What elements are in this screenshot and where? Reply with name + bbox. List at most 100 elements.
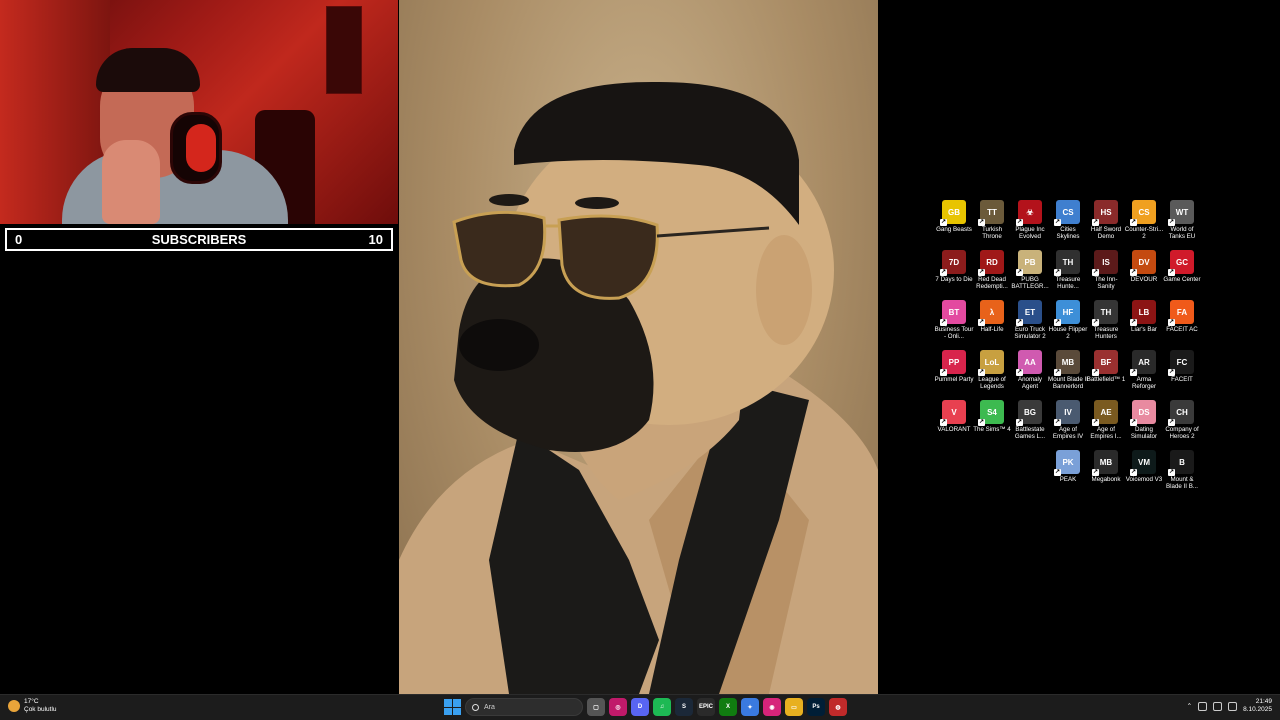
app-icon-glyph: RD [986, 257, 998, 267]
desktop-icon-label: Business Tour - Onli... [934, 326, 974, 341]
desktop-icon-label: PUBG BATTLEGR... [1011, 276, 1049, 291]
shortcut-arrow-icon: ↗ [1016, 269, 1023, 276]
clock[interactable]: 21:49 8.10.2025 [1243, 698, 1272, 714]
desktop-icon-3[interactable]: CS ↗ Cities Skylines [1049, 200, 1087, 250]
app-icon-glyph: LoL [984, 357, 1000, 367]
shortcut-arrow-icon: ↗ [1168, 369, 1175, 376]
network-icon[interactable] [1213, 701, 1223, 711]
desktop-icon-22[interactable]: LoL ↗ League of Legends [973, 350, 1011, 400]
app-icon: CS ↗ [1130, 200, 1156, 226]
app-icon: LoL ↗ [978, 350, 1004, 376]
shortcut-arrow-icon: ↗ [1054, 269, 1061, 276]
desktop-icon-label: Cities Skylines [1056, 226, 1080, 241]
desktop-icon-21[interactable]: PP ↗ Pummel Party [935, 350, 973, 400]
desktop-icon-0[interactable]: GB ↗ Gang Beasts [935, 200, 973, 250]
desktop-icon-8[interactable]: RD ↗ Red Dead Redempti... [973, 250, 1011, 300]
desktop-icon-40[interactable]: VM ↗ Voicemod V3 [1125, 450, 1163, 500]
volume-icon[interactable] [1228, 701, 1238, 711]
app-icon-glyph: TH [1062, 257, 1074, 267]
desktop-icon-27[interactable]: FC ↗ FACEIT [1163, 350, 1201, 400]
desktop-icon-label: Battlestate Games L... [1014, 426, 1046, 441]
desktop-icon-12[interactable]: DV ↗ DEVOUR [1125, 250, 1163, 300]
desktop-icon-20[interactable]: FA ↗ FACEIT AC [1163, 300, 1201, 350]
desktop-icon-38[interactable]: PK ↗ PEAK [1049, 450, 1087, 500]
taskbar-app-photoshop-icon[interactable]: Ps [807, 698, 825, 716]
desktop-icon-33[interactable]: DS ↗ Dating Simulator [1125, 400, 1163, 450]
desktop-icon-31[interactable]: IV ↗ Age of Empires IV [1049, 400, 1087, 450]
taskbar-app-spotify-icon[interactable]: ♫ [653, 698, 671, 716]
desktop-icon-41[interactable]: B ↗ Mount & Blade II B... [1163, 450, 1201, 500]
shortcut-arrow-icon: ↗ [940, 319, 947, 326]
app-icon-glyph: VM [1138, 457, 1150, 467]
app-icon: S4 ↗ [978, 400, 1004, 426]
desktop-icon-17[interactable]: HF ↗ House Flipper 2 [1049, 300, 1087, 350]
app-icon-glyph: AE [1100, 407, 1112, 417]
desktop-icon-28[interactable]: V ↗ VALORANT [935, 400, 973, 450]
app-icon: RD ↗ [978, 250, 1004, 276]
desktop-icon-34[interactable]: CH ↗ Company of Heroes 2 [1163, 400, 1201, 450]
desktop-icon-29[interactable]: S4 ↗ The Sims™ 4 [973, 400, 1011, 450]
desktop-icon-1[interactable]: TT ↗ Turkish Throne [973, 200, 1011, 250]
desktop-icon-label: The Inn-Sanity [1094, 276, 1118, 291]
desktop-icon-18[interactable]: TH ↗ Treasure Hunters [1087, 300, 1125, 350]
app-icon-glyph: AA [1024, 357, 1036, 367]
desktop-icon-11[interactable]: IS ↗ The Inn-Sanity [1087, 250, 1125, 300]
shortcut-arrow-icon: ↗ [978, 369, 985, 376]
taskbar-app-steam-icon[interactable]: S [675, 698, 693, 716]
shortcut-arrow-icon: ↗ [1168, 269, 1175, 276]
subscriber-title: SUBSCRIBERS [151, 232, 247, 247]
desktop-icon-32[interactable]: AE ↗ Age of Empires I... [1087, 400, 1125, 450]
desktop-icon-13[interactable]: GC ↗ Game Center [1163, 250, 1201, 300]
system-tray: ⌃ 21:49 8.10.2025 [1187, 698, 1272, 714]
weather-icon [8, 700, 20, 712]
show-hidden-icons-icon[interactable]: ⌃ [1187, 702, 1192, 710]
desktop-icon-30[interactable]: BG ↗ Battlestate Games L... [1011, 400, 1049, 450]
shortcut-arrow-icon: ↗ [1130, 469, 1137, 476]
shortcut-arrow-icon: ↗ [1054, 219, 1061, 226]
app-icon: FA ↗ [1168, 300, 1194, 326]
desktop-icon-26[interactable]: AR ↗ Arma Reforger [1125, 350, 1163, 400]
taskbar-app-browser-2-icon[interactable]: ◍ [829, 698, 847, 716]
desktop-icon-label: Liar's Bar [1131, 326, 1157, 333]
app-icon-glyph: ☣ [1026, 207, 1034, 217]
desktop-icon-label: Euro Truck Simulator 2 [1014, 326, 1046, 341]
app-icon: TT ↗ [978, 200, 1004, 226]
taskbar-app-explorer-icon[interactable]: ▭ [785, 698, 803, 716]
desktop-icon-23[interactable]: AA ↗ Anomaly Agent [1011, 350, 1049, 400]
start-button[interactable] [443, 698, 461, 716]
taskbar-app-instagram-icon[interactable]: ◉ [763, 698, 781, 716]
app-icon: ET ↗ [1016, 300, 1042, 326]
desktop-icon-2[interactable]: ☣ ↗ Plague Inc Evolved [1011, 200, 1049, 250]
app-icon-glyph: CS [1138, 207, 1150, 217]
desktop-icon-24[interactable]: MB ↗ Mount Blade II Bannerlord [1048, 350, 1088, 400]
desktop-icon-7[interactable]: 7D ↗ 7 Days to Die [935, 250, 973, 300]
taskbar-search[interactable]: Ara [465, 698, 583, 716]
weather-widget[interactable]: 17°C Çok bulutlu [8, 698, 57, 714]
desktop-icon-14[interactable]: BT ↗ Business Tour - Onli... [935, 300, 973, 350]
taskbar-app-copilot-icon[interactable]: ✦ [741, 698, 759, 716]
desktop-icon-9[interactable]: PB ↗ PUBG BATTLEGR... [1011, 250, 1049, 300]
microphone-icon[interactable] [1198, 701, 1208, 711]
desktop-icon-10[interactable]: TH ↗ Treasure Hunte... [1049, 250, 1087, 300]
desktop-icon-39[interactable]: MB ↗ Megabonk [1087, 450, 1125, 500]
app-icon: B ↗ [1168, 450, 1194, 476]
desktop-icon-25[interactable]: BF ↗ Battlefield™ 1 [1087, 350, 1125, 400]
desktop-icon-6[interactable]: WT ↗ World of Tanks EU [1163, 200, 1201, 250]
taskbar-app-xbox-icon[interactable]: X [719, 698, 737, 716]
shortcut-arrow-icon: ↗ [1130, 419, 1137, 426]
desktop-icon-16[interactable]: ET ↗ Euro Truck Simulator 2 [1011, 300, 1049, 350]
taskbar-app-epic-icon[interactable]: EPIC [697, 698, 715, 716]
app-icon-glyph: FC [1176, 357, 1188, 367]
desktop-icon-label: Gang Beasts [936, 226, 972, 233]
taskbar-app-browser-1-icon[interactable]: ◎ [609, 698, 627, 716]
app-icon: HF ↗ [1054, 300, 1080, 326]
desktop-icon-15[interactable]: λ ↗ Half-Life [973, 300, 1011, 350]
app-icon-glyph: GC [1176, 257, 1188, 267]
shortcut-arrow-icon: ↗ [978, 419, 985, 426]
desktop-icon-19[interactable]: LB ↗ Liar's Bar [1125, 300, 1163, 350]
desktop-icon-5[interactable]: CS ↗ Counter-Stri... 2 [1125, 200, 1163, 250]
desktop-icon-label: FACEIT [1171, 376, 1193, 383]
desktop-icon-4[interactable]: HS ↗ Half Sword Demo [1087, 200, 1125, 250]
taskbar-app-discord-icon[interactable]: D [631, 698, 649, 716]
taskbar-app-task-view-icon[interactable]: ▢ [587, 698, 605, 716]
